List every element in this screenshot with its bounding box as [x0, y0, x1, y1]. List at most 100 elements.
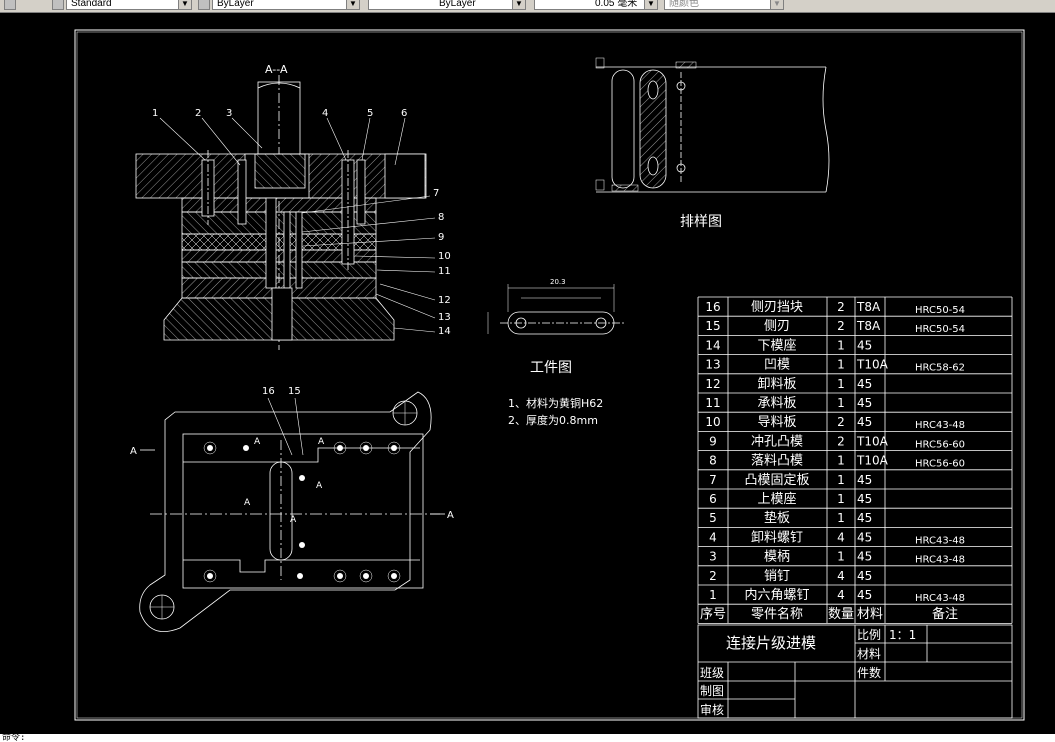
bom-note: HRC43-48 [915, 420, 965, 431]
bom-name: 冲孔凸模 [751, 434, 803, 449]
scale-label: 比例 [857, 628, 881, 642]
workpiece-dimension: 20.3 [550, 278, 566, 286]
bom-name: 销钉 [764, 569, 790, 584]
layer-icon[interactable] [198, 0, 210, 10]
callout-13: 13 [438, 312, 451, 323]
bom-name: 卸料螺钉 [751, 529, 803, 545]
bom-no: 1 [709, 588, 717, 602]
bom-header-material: 材料 [857, 607, 883, 622]
lineweight-combo[interactable]: 0.05 毫米 ▼ [534, 0, 658, 10]
bom-header-note: 备注 [932, 606, 958, 622]
bom-material: 45 [857, 396, 872, 410]
section-marker-left: A [130, 446, 137, 457]
strip-layout-title: 排样图 [680, 214, 722, 230]
chevron-down-icon[interactable]: ▼ [644, 0, 657, 9]
bom-qty: 2 [837, 415, 845, 429]
bom-name: 凸模固定板 [744, 473, 809, 488]
chevron-down-icon[interactable]: ▼ [512, 0, 525, 9]
bom-note: HRC43-48 [915, 593, 965, 604]
bom-qty: 1 [837, 454, 845, 468]
bom-no: 15 [705, 319, 720, 333]
callout-14: 14 [438, 326, 451, 337]
bom-no: 9 [709, 434, 717, 448]
bom-material: 45 [857, 473, 872, 487]
section-marker: A [244, 498, 251, 508]
layer-value: ByLayer [217, 0, 254, 9]
bom-name: 卸料板 [757, 376, 796, 392]
chevron-down-icon[interactable]: ▼ [178, 0, 191, 9]
bom-name: 导料板 [757, 415, 796, 430]
bom-qty: 1 [837, 550, 845, 564]
callout-9: 9 [438, 232, 444, 243]
count-label: 件数 [857, 665, 881, 680]
bom-qty: 2 [837, 300, 845, 314]
bom-material: T8A [856, 300, 881, 314]
plan-view: 16 15 A A A A A A A [130, 386, 454, 632]
bom-qty: 2 [837, 319, 845, 333]
bom-material: T10A [856, 454, 889, 468]
chevron-down-icon[interactable]: ▼ [770, 0, 783, 9]
bom-material: 45 [857, 338, 872, 352]
section-marker: A [316, 481, 323, 491]
bom-name: 承料板 [757, 396, 796, 411]
text-style-icon[interactable] [52, 0, 64, 10]
callout-12: 12 [438, 295, 451, 306]
bom-qty: 1 [837, 358, 845, 372]
bom-note: HRC43-48 [915, 535, 965, 546]
bom-no: 12 [705, 377, 720, 391]
command-line[interactable]: 命令: [0, 734, 1055, 742]
bom-qty: 1 [837, 377, 845, 391]
callout-11: 11 [438, 266, 451, 277]
linetype-combo[interactable]: ByLayer ▼ [368, 0, 526, 10]
bom-no: 10 [705, 415, 720, 429]
drawing-name: 连接片级进模 [726, 634, 816, 652]
bom-no: 6 [709, 492, 717, 506]
callout-5: 5 [367, 108, 373, 119]
text-style-combo[interactable]: Standard ▼ [66, 0, 192, 10]
bom-no: 8 [709, 454, 717, 468]
workpiece-title: 工件图 [530, 360, 572, 376]
bom-name: 下模座 [757, 338, 796, 353]
bom-no: 2 [709, 569, 717, 583]
bom-material: T10A [856, 434, 889, 448]
bom-no: 4 [709, 530, 717, 544]
toolbar-icon[interactable] [4, 0, 16, 10]
bom-qty: 2 [837, 434, 845, 448]
bom-qty: 1 [837, 338, 845, 352]
bom-note: HRC56-60 [915, 459, 965, 470]
bom-qty: 4 [837, 569, 845, 583]
bom-note: HRC56-60 [915, 439, 965, 450]
drawn-label: 制图 [700, 684, 724, 698]
bom-material: 45 [857, 588, 872, 602]
bom-material: 45 [857, 530, 872, 544]
bom-name: 凹模 [764, 358, 790, 373]
bom-note: HRC43-48 [915, 555, 965, 566]
bom-qty: 4 [837, 530, 845, 544]
bom-no: 3 [709, 550, 717, 564]
bom-qty: 1 [837, 473, 845, 487]
bom-note: HRC50-54 [915, 305, 965, 316]
workpiece-view: 20.3 工件图 [487, 278, 624, 376]
callout-10: 10 [438, 251, 451, 262]
callout-2: 2 [195, 108, 201, 119]
section-marker: A [254, 437, 261, 447]
bill-of-materials: 16 侧刃挡块 2 T8A HRC50-5415 侧刃 2 T8A HRC50-5414 下模座 1… [697, 296, 1013, 624]
bom-note: HRC58-62 [915, 363, 965, 374]
bom-no: 11 [705, 396, 720, 410]
bom-material: 45 [857, 569, 872, 583]
callout-1: 1 [152, 108, 158, 119]
layer-combo[interactable]: ByLayer ▼ [212, 0, 360, 10]
bom-material: 45 [857, 492, 872, 506]
bom-note: HRC50-54 [915, 324, 965, 335]
check-label: 审核 [700, 702, 724, 717]
plotstyle-combo[interactable]: 随颜色 ▼ [664, 0, 784, 10]
bom-no: 13 [705, 358, 720, 372]
chevron-down-icon[interactable]: ▼ [346, 0, 359, 9]
bom-name: 落料凸模 [751, 454, 803, 469]
strip-layout: 排样图 [595, 57, 830, 230]
drawing-canvas[interactable]: A--A 1 2 3 4 5 6 7 8 9 10 11 12 13 14 16… [0, 13, 1055, 734]
bom-no: 7 [709, 473, 717, 487]
bom-qty: 4 [837, 588, 845, 602]
lineweight-value: 0.05 毫米 [595, 0, 638, 9]
bom-material: T10A [856, 358, 889, 372]
